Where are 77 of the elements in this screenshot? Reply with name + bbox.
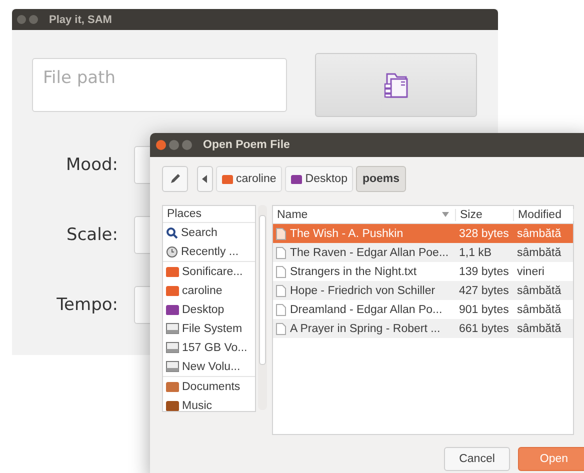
file-row[interactable]: Hope - Friedrich von Schiller 427 bytes sâmbătă xyxy=(273,281,573,300)
file-name: The Raven - Edgar Allan Poe... xyxy=(290,246,449,258)
file-size: 139 bytes xyxy=(458,266,510,278)
pencil-icon xyxy=(168,172,182,186)
column-header[interactable]: Modified xyxy=(514,208,574,220)
file-name: Dreamland - Edgar Allan Po... xyxy=(290,304,442,316)
file-row[interactable]: The Raven - Edgar Allan Poe... 1,1 kB sâmbătă xyxy=(273,243,573,262)
file-date: sâmbătă xyxy=(516,228,562,240)
file-size: 328 bytes xyxy=(458,228,510,240)
place-item[interactable]: Desktop xyxy=(163,300,255,319)
folder-icon xyxy=(166,400,179,410)
column-header[interactable]: Places xyxy=(163,206,255,223)
file-icon xyxy=(276,322,286,334)
file-date: sâmbătă xyxy=(516,284,562,296)
window-title: Open Poem File xyxy=(203,139,290,151)
file-name: Hope - Friedrich von Schiller xyxy=(290,284,436,296)
browse-button[interactable] xyxy=(315,53,477,117)
file-icon xyxy=(276,246,286,258)
file-icon xyxy=(276,284,286,296)
search-icon xyxy=(166,226,178,238)
scrollbar[interactable] xyxy=(258,205,267,410)
field-label: Mood: xyxy=(65,155,118,175)
drive-icon xyxy=(166,323,179,334)
file-name: A Prayer in Spring - Robert ... xyxy=(290,322,440,334)
path-button[interactable]: poems xyxy=(356,166,406,192)
folder-icon xyxy=(166,266,179,276)
file-size: 427 bytes xyxy=(458,284,510,296)
minimize-icon[interactable] xyxy=(169,140,179,150)
home-folder-icon xyxy=(222,174,233,184)
file-size: 901 bytes xyxy=(458,304,510,316)
window-title: Play it, SAM xyxy=(49,14,112,26)
place-item[interactable]: File System xyxy=(163,319,255,338)
file-date: sâmbătă xyxy=(516,304,562,316)
folder-icon xyxy=(166,382,179,392)
folder-icon xyxy=(166,304,179,314)
file-size: 1,1 kB xyxy=(458,246,493,258)
file-name: The Wish - A. Pushkin xyxy=(290,228,404,240)
file-row[interactable]: A Prayer in Spring - Robert ... 661 bytes sâmbătă xyxy=(273,319,573,338)
folder-icon xyxy=(166,286,179,296)
back-button[interactable] xyxy=(197,166,213,192)
file-date: sâmbătă xyxy=(516,246,562,258)
file-date: vineri xyxy=(516,266,546,278)
path-button[interactable]: Desktop xyxy=(285,166,354,192)
place-item[interactable]: 157 GB Vo... xyxy=(163,338,255,357)
maximize-icon[interactable] xyxy=(182,140,192,150)
drive-icon xyxy=(166,342,179,353)
place-item[interactable]: Recently ... xyxy=(163,242,255,261)
file-icon xyxy=(276,266,286,278)
minimize-icon[interactable] xyxy=(29,15,38,24)
close-icon[interactable] xyxy=(17,15,26,24)
file-path-field[interactable]: File path xyxy=(32,58,287,112)
close-icon[interactable] xyxy=(156,140,166,150)
column-header[interactable]: Size xyxy=(456,208,514,220)
edit-button[interactable] xyxy=(162,166,188,192)
field-label: Scale: xyxy=(66,225,118,245)
file-row[interactable]: Strangers in the Night.txt 139 bytes vineri xyxy=(273,262,573,281)
place-item[interactable]: Documents xyxy=(163,376,255,396)
clock-icon xyxy=(166,246,178,258)
file-name: Strangers in the Night.txt xyxy=(290,266,417,278)
field-label: Tempo: xyxy=(56,295,118,315)
place-item[interactable]: New Volu... xyxy=(163,357,255,376)
place-item[interactable]: Music xyxy=(163,396,255,411)
file-icon xyxy=(276,304,286,316)
place-item[interactable]: caroline xyxy=(163,281,255,300)
place-item[interactable]: Search xyxy=(163,223,255,242)
path-button[interactable]: caroline xyxy=(216,166,282,192)
cancel-button[interactable]: Cancel xyxy=(444,447,510,471)
column-header[interactable]: Name xyxy=(273,208,456,220)
sort-icon xyxy=(442,212,449,217)
file-icon xyxy=(276,228,286,240)
left-arrow-icon xyxy=(202,175,208,183)
desktop-folder-icon xyxy=(291,174,302,184)
file-date: sâmbătă xyxy=(516,322,562,334)
place-item[interactable]: Sonificare... xyxy=(163,261,255,281)
drive-icon xyxy=(166,361,179,372)
file-row[interactable]: Dreamland - Edgar Allan Po... 901 bytes sâmbătă xyxy=(273,300,573,319)
file-size: 661 bytes xyxy=(458,322,510,334)
